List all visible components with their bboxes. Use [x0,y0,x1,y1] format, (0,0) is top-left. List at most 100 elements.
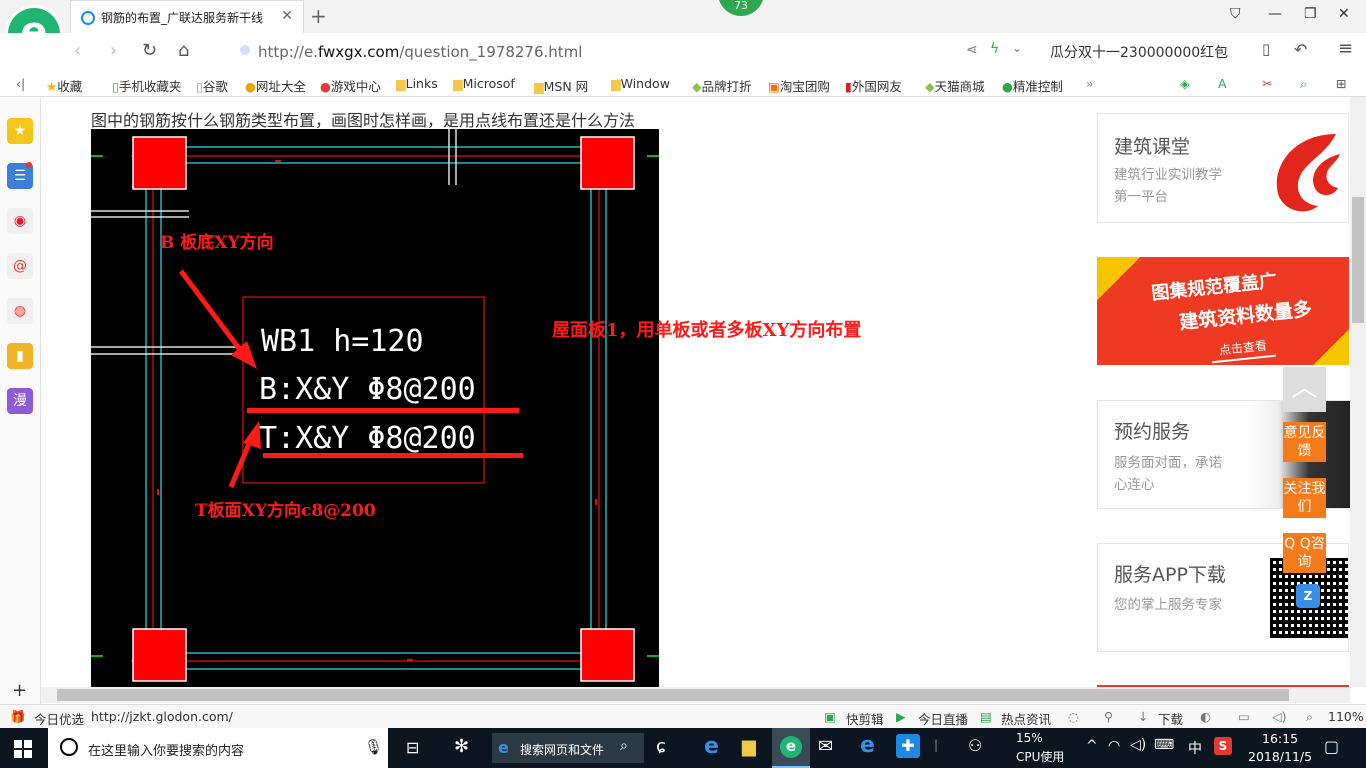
more-bookmarks-icon[interactable]: » [1086,76,1094,91]
url-input[interactable]: http://e.fwxgx.com/question_1978276.html [258,43,582,61]
game-icon[interactable]: ◍ [7,298,33,324]
menu-icon[interactable]: ≡ [1338,38,1353,59]
bookmark-item[interactable]: ▮外国网友 [845,76,902,95]
clip-icon[interactable]: ▣ [824,709,836,724]
microphone-icon[interactable]: 🎙 [364,738,383,756]
lightning-icon[interactable]: ϟ [990,41,999,57]
translate-icon[interactable]: A [1218,76,1227,91]
bookmark-item[interactable]: ▆Links [396,76,438,91]
windows-start-icon[interactable] [14,740,32,758]
status-item[interactable]: 热点资讯 [1001,709,1051,728]
pinwheel-icon[interactable]: ✻ [454,736,469,757]
keyboard-icon[interactable]: ⌨ [1154,737,1174,753]
shield-icon[interactable]: ◈ [1180,76,1190,91]
comic-icon[interactable]: 漫 [7,388,33,414]
daily-picks-link[interactable]: 今日优选 [34,709,84,728]
back-icon[interactable]: ‹ [74,40,81,61]
vertical-scrollbar[interactable] [1350,97,1366,687]
wifi-icon[interactable]: ◠ [1108,738,1120,754]
bookmark-book-icon[interactable]: ▮ [7,343,33,369]
speaker-icon[interactable]: ◁) [1130,737,1146,753]
clock-date[interactable]: 2018/11/5 [1248,749,1312,764]
gift-icon[interactable]: 🎁 [10,709,26,725]
task-view-icon[interactable]: ⊟ [406,738,419,757]
search-input[interactable]: 瓜分双十一230000000红包 [1050,42,1228,62]
new-tab-button[interactable]: + [310,4,327,28]
bookmark-item[interactable]: ◆天猫商城 [925,76,985,95]
minimize-button[interactable]: — [1268,6,1282,22]
email-icon[interactable]: @ [7,253,33,279]
chevron-down-icon[interactable]: ⌄ [1012,41,1022,55]
bookmark-item[interactable]: ▯手机收藏夹 [112,76,181,95]
bookmark-item[interactable]: ▆Window [611,76,670,91]
bookmark-item[interactable]: ●网址大全 [245,76,306,95]
edge-icon[interactable]: e [860,733,875,758]
clock-time[interactable]: 16:15 [1262,731,1298,746]
notification-center-icon[interactable]: ▢ [1324,737,1339,756]
promo-banner[interactable]: 图集规范覆盖广 建筑资料数量多 点击查看 [1097,257,1349,365]
bookmark-item[interactable]: ▆MSN 网 [534,76,588,95]
feedback-button[interactable]: 意见反馈 [1283,422,1326,462]
undo-icon[interactable]: ↶ [1294,40,1307,59]
web-search-box[interactable]: e 搜索网页和文件 ⌕ [492,733,644,763]
download-link[interactable]: 下载 [1158,709,1183,728]
bookmark-item[interactable]: ◆品牌打折 [692,76,752,95]
mail-icon[interactable]: ✉ [818,736,833,757]
forward-icon[interactable]: › [110,40,117,61]
close-button[interactable]: ✕ [1338,6,1350,22]
home-icon[interactable]: ⌂ [178,40,189,61]
window-icon[interactable]: ▭ [1238,709,1250,724]
zoom-icon[interactable]: ⌕ [1306,709,1313,725]
horizontal-scrollbar[interactable] [41,687,1350,703]
bookmark-item[interactable]: ●游戏中心 [320,76,381,95]
share-icon[interactable]: ⋖ [966,42,978,58]
weibo-icon[interactable]: ◉ [7,208,33,234]
restore-button[interactable]: ❐ [1304,6,1317,22]
file-explorer-icon[interactable]: ▆ [742,736,756,757]
cpu-label[interactable]: CPU使用 [1016,748,1064,765]
card-building-classroom[interactable]: 建筑课堂 建筑行业实训教学第一平台 [1097,113,1349,223]
bookmark-item[interactable]: ▆Microsof [453,76,515,91]
bookmark-item[interactable]: ★收藏 [46,76,82,95]
bookmark-item[interactable]: ▯谷歌 [196,76,228,95]
security-icon[interactable] [240,45,250,55]
tab-close-icon[interactable]: ✕ [281,8,293,24]
ime-indicator[interactable]: 中 [1188,738,1202,758]
qq-consult-button[interactable]: Q Q咨询 [1283,533,1326,573]
news-hot-icon[interactable]: ▤ [980,709,992,724]
search-icon[interactable]: ⌕ [1215,41,1223,57]
speed-icon[interactable]: ◐ [1200,709,1211,724]
rotate-icon[interactable]: ◌ [1068,709,1079,724]
tray-chevron-icon[interactable]: ^ [1086,738,1098,754]
taskbar-360-browser-active[interactable]: e [772,728,810,768]
zoom-level[interactable]: 110% [1328,709,1364,724]
tab-active[interactable]: 钢筋的布置_广联达服务新干线 ✕ [70,0,304,33]
download-icon[interactable]: ↓ [1138,709,1148,724]
apps-grid-icon[interactable]: ⊞ [1336,76,1346,91]
follow-us-button[interactable]: 关注我们 [1283,478,1326,518]
volume-icon[interactable]: ◁) [1272,709,1287,724]
favorites-star-icon[interactable]: ★ [7,118,33,144]
pin-icon[interactable]: ⚲ [1104,709,1113,724]
ie-icon[interactable]: e [704,734,719,759]
status-item[interactable]: 今日直播 [918,709,968,728]
bookmark-item[interactable]: ▣淘宝团购 [768,76,830,95]
add-icon[interactable]: + [12,680,27,701]
shirt-icon[interactable]: ⛉ [1230,6,1241,22]
spiral-app-icon[interactable]: ɕ [656,736,666,757]
sidebar-toggle-icon[interactable]: ‹| [16,76,25,91]
plus-app-icon[interactable]: ✚ [896,734,920,758]
back-to-top-button[interactable]: ︿ [1283,367,1326,412]
scissors-icon[interactable]: ✂ [1262,76,1272,91]
sogou-icon[interactable]: S [1214,737,1232,755]
horizontal-scroll-thumb[interactable] [57,689,1289,701]
live-icon[interactable]: ▶ [896,709,906,724]
bookmark-item[interactable]: ●精准控制 [1002,76,1063,95]
cpu-percent[interactable]: 15% [1016,731,1043,745]
people-icon[interactable]: ⚇ [968,736,982,755]
vertical-scroll-thumb[interactable] [1352,197,1364,323]
status-item[interactable]: 快剪辑 [846,709,884,728]
refresh-icon[interactable]: ↻ [142,40,157,61]
mobile-icon[interactable]: ▯ [1262,40,1270,58]
taskbar-search-box[interactable]: 在这里输入你要搜索的内容 🎙 [48,728,388,768]
